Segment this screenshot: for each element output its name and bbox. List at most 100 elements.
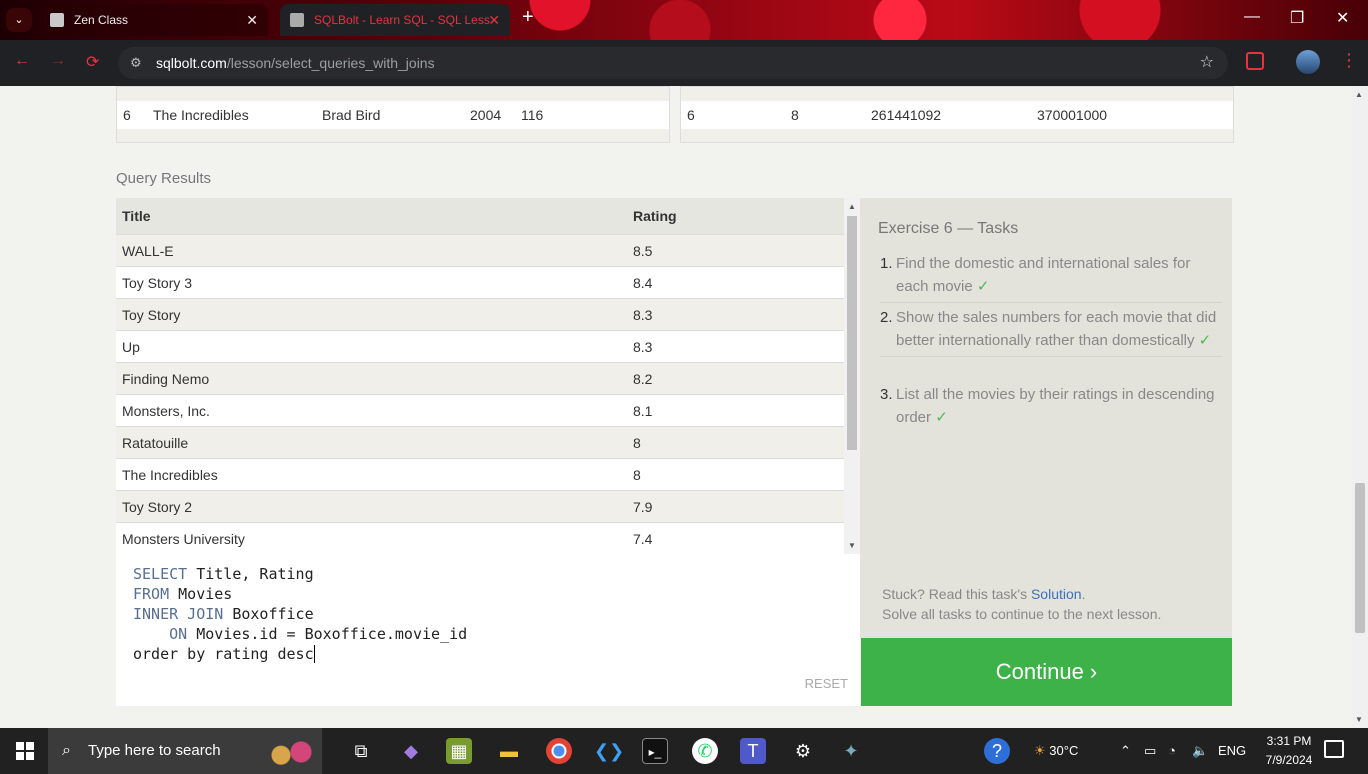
notification-center-icon[interactable] [1324, 740, 1344, 758]
text-cursor [313, 645, 315, 663]
page-content: 6 The Incredibles Brad Bird 2004 116 6 8… [0, 86, 1352, 728]
scroll-up-arrow-icon[interactable]: ▲ [848, 202, 856, 211]
movie-id-cell: 6 [123, 107, 131, 123]
exercise-title: Exercise 6 — Tasks [878, 220, 1019, 237]
photos-app-icon[interactable]: ▦ [446, 738, 472, 764]
table-row: Finding Nemo 8.2 [116, 362, 844, 394]
wifi-icon[interactable]: ◔ [1168, 728, 1176, 774]
clock-time: 3:31 PM [1266, 734, 1312, 748]
check-icon: ✓ [976, 278, 990, 295]
close-tab-icon[interactable]: ✕ [488, 4, 500, 36]
close-tab-icon[interactable]: ✕ [246, 4, 258, 36]
weather-sun-icon: ☀ [1034, 743, 1046, 758]
file-explorer-icon[interactable]: ▬ [496, 738, 522, 764]
table-row: Toy Story 3 8.4 [116, 266, 844, 298]
whatsapp-icon[interactable]: ✆ [692, 738, 718, 764]
site-info-icon[interactable]: ⚙ [130, 47, 142, 79]
solution-link[interactable]: Solution [1031, 586, 1082, 602]
sql-keyword: ON [133, 625, 188, 643]
continue-button[interactable]: Continue › [861, 638, 1232, 706]
results-scroll-thumb[interactable] [847, 216, 857, 450]
tray-chevron-icon[interactable]: ⌃ [1120, 728, 1131, 774]
chrome-icon[interactable] [546, 738, 572, 764]
title-cell: Toy Story [122, 307, 181, 323]
rating-cell: 8 [633, 435, 641, 451]
tab-sqlbolt[interactable]: SQLBolt - Learn SQL - SQL Less ✕ [280, 4, 510, 36]
close-window-icon[interactable]: ✕ [1336, 8, 1349, 28]
search-placeholder: Type here to search [88, 742, 221, 759]
table-row: Monsters, Inc. 8.1 [116, 394, 844, 426]
reload-icon[interactable]: ⟳ [86, 52, 99, 72]
table-row [681, 129, 1233, 142]
vscode-icon[interactable]: ❮❯ [594, 738, 624, 764]
rating-cell: 8.5 [633, 243, 653, 259]
results-scrollbar[interactable]: ▲ ▼ [844, 198, 860, 554]
weather-widget[interactable]: ☀ 30°C [1034, 728, 1078, 774]
minimize-icon[interactable]: — [1244, 8, 1260, 26]
table-row: WALL-E 8.5 [116, 234, 844, 266]
tab-search-dropdown-icon[interactable]: ⌄ [6, 8, 32, 32]
scroll-down-arrow-icon[interactable]: ▼ [1355, 715, 1363, 724]
table-row: 6 8 261441092 370001000 [681, 101, 1233, 129]
visual-studio-icon[interactable]: ◆ [398, 738, 424, 764]
task-item: 2. Show the sales numbers for each movie… [880, 306, 1222, 357]
language-indicator[interactable]: ENG [1218, 728, 1246, 774]
table-row [117, 87, 669, 101]
rating-cell: 7.9 [633, 499, 653, 515]
tab-label: Zen Class [74, 13, 129, 27]
title-cell: WALL-E [122, 243, 174, 259]
title-cell: Toy Story 3 [122, 275, 193, 291]
settings-gear-icon[interactable]: ⚙ [790, 738, 816, 764]
page-scroll-thumb[interactable] [1355, 483, 1365, 633]
new-tab-plus-icon[interactable]: + [522, 6, 534, 29]
system-clock[interactable]: 3:31 PM 7/9/2024 [1260, 732, 1318, 770]
url-path: /lesson/select_queries_with_joins [226, 55, 435, 71]
sql-text: Boxoffice [223, 605, 314, 623]
sqlbolt-favicon-icon [290, 13, 304, 27]
search-highlight-art [266, 736, 316, 768]
address-bar[interactable]: ⚙ sqlbolt.com/lesson/select_queries_with… [118, 47, 1228, 79]
sql-text: order by rating desc [133, 645, 314, 663]
page-scrollbar[interactable]: ▲ ▼ [1352, 86, 1368, 728]
help-icon[interactable]: ? [984, 738, 1010, 764]
rating-cell: 8.3 [633, 307, 653, 323]
stuck-hint: Stuck? Read this task's Solution. Solve … [882, 584, 1161, 624]
scroll-up-arrow-icon[interactable]: ▲ [1355, 90, 1363, 99]
task-number: 3. [880, 386, 893, 403]
extension-puzzle-icon[interactable] [1246, 52, 1264, 70]
task-view-icon[interactable]: ⧉ [348, 738, 374, 764]
rating-cell: 8 [633, 467, 641, 483]
results-header-row: Title Rating [116, 198, 844, 234]
movie-year-cell: 2004 [470, 107, 502, 123]
rating-cell: 8.4 [633, 275, 653, 291]
exercise-tasks-panel: Exercise 6 — Tasks 1. Find the domestic … [860, 198, 1232, 638]
bookmark-star-icon[interactable]: ☆ [1200, 47, 1214, 79]
browser-menu-icon[interactable]: ⋮ [1340, 50, 1358, 71]
restore-icon[interactable]: ❐ [1290, 8, 1304, 28]
taskbar-search-box[interactable]: ⌕ Type here to search [48, 728, 322, 774]
rating-cell: 8.3 [633, 339, 653, 355]
battery-icon[interactable]: ▭ [1144, 728, 1156, 774]
sql-editor[interactable]: SELECT Title, Rating FROM Movies INNER J… [116, 554, 860, 706]
windows-start-icon[interactable] [16, 742, 34, 760]
zen-class-favicon-icon [50, 13, 64, 27]
profile-avatar[interactable] [1296, 50, 1320, 74]
continue-hint: Solve all tasks to continue to the next … [882, 606, 1162, 622]
volume-icon[interactable]: 🔈 [1192, 728, 1208, 774]
browser-toolbar: ← → ⟳ ⚙ sqlbolt.com/lesson/select_querie… [0, 40, 1368, 86]
terminal-icon[interactable]: ▸_ [642, 738, 668, 764]
reset-button[interactable]: RESET [805, 674, 848, 694]
teams-icon[interactable]: T [740, 738, 766, 764]
table-row: Toy Story 8.3 [116, 298, 844, 330]
tab-zen-class[interactable]: Zen Class ✕ [40, 4, 268, 36]
pinned-app-icon[interactable]: ✦ [838, 738, 864, 764]
table-row: The Incredibles 8 [116, 458, 844, 490]
movies-table: 6 The Incredibles Brad Bird 2004 116 [116, 86, 670, 143]
back-arrow-icon[interactable]: ← [14, 52, 30, 70]
boxoffice-movie-id-cell: 6 [687, 107, 695, 123]
rating-cell: 8.1 [633, 403, 653, 419]
boxoffice-international-cell: 370001000 [1037, 107, 1108, 123]
scroll-down-arrow-icon[interactable]: ▼ [848, 541, 856, 550]
stuck-text: Stuck? Read this task's [882, 586, 1028, 602]
forward-arrow-icon[interactable]: → [50, 52, 66, 70]
